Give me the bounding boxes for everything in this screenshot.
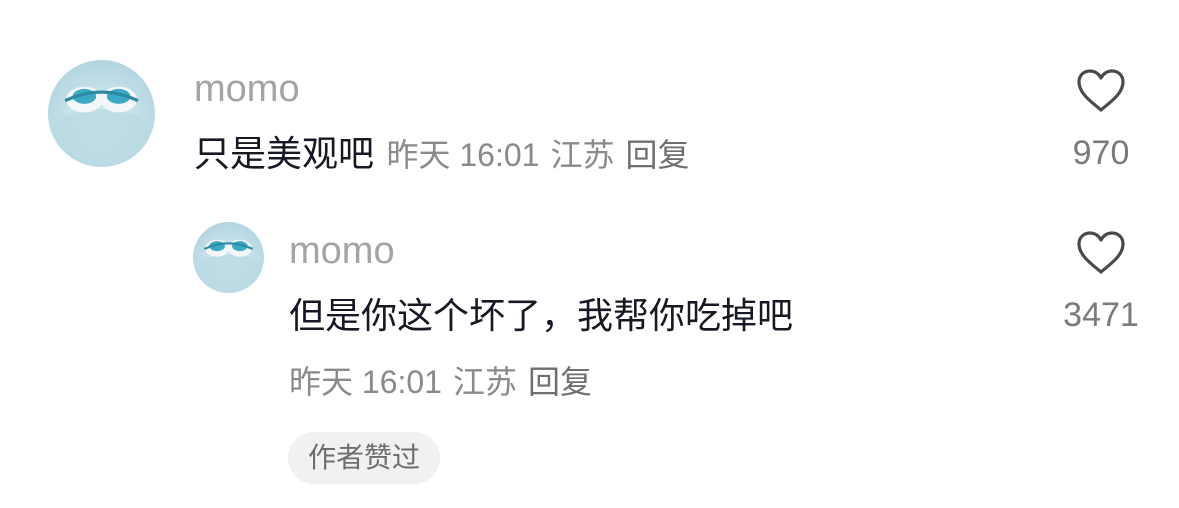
- comment-text: 只是美观吧: [194, 133, 375, 174]
- username[interactable]: momo: [194, 70, 300, 108]
- avatar[interactable]: [48, 60, 155, 167]
- reply-location: 江苏: [452, 364, 517, 400]
- heart-outline-icon: [1077, 69, 1125, 112]
- like-button[interactable]: [1075, 68, 1127, 114]
- reply-avatar[interactable]: [193, 222, 264, 293]
- reply-username[interactable]: momo: [289, 232, 395, 270]
- comment-meta: 昨天 16:01 江苏 回复: [386, 137, 689, 173]
- comment-time: 昨天 16:01: [386, 137, 540, 173]
- reply-meta: 昨天 16:01 江苏 回复: [289, 366, 592, 398]
- blue-plush-avatar-icon: [193, 239, 264, 293]
- reply-button[interactable]: 回复: [528, 364, 592, 400]
- reply-button[interactable]: 回复: [625, 137, 689, 173]
- reply-time: 昨天 16:01: [289, 364, 442, 400]
- reply-like-count: 3471: [1063, 296, 1139, 334]
- comment-line: 只是美观吧 昨天 16:01 江苏 回复: [194, 136, 689, 172]
- comment-location: 江苏: [550, 137, 615, 173]
- heart-outline-icon: [1077, 231, 1125, 274]
- like-count: 970: [1072, 134, 1130, 172]
- author-liked-badge: 作者赞过: [288, 432, 441, 484]
- reply-text: 但是你这个坏了，我帮你吃掉吧: [289, 295, 794, 336]
- blue-plush-avatar-icon: [48, 86, 155, 167]
- reply-like-button[interactable]: [1075, 230, 1127, 276]
